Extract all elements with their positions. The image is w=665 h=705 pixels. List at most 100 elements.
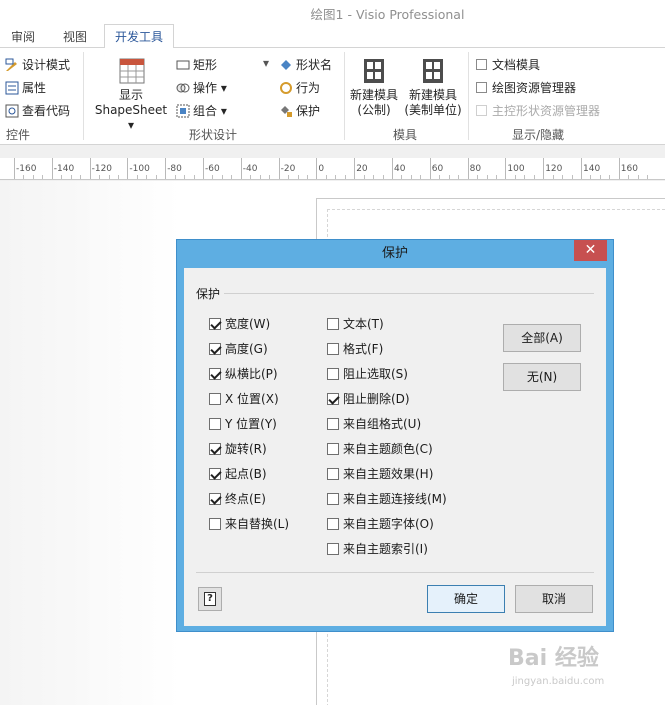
protect-option[interactable]: 旋转(R)	[209, 440, 267, 457]
show-shapesheet-line1: 显示	[118, 88, 143, 102]
ruler-minor-tick	[628, 175, 630, 179]
checkbox[interactable]	[327, 542, 339, 555]
watermark-logo: Bai 经验	[508, 646, 599, 671]
tab-view[interactable]: 视图	[63, 28, 87, 45]
ruler-minor-tick	[117, 175, 119, 179]
document-stencil-checkbox[interactable]: 文档模具	[476, 56, 540, 73]
checkbox[interactable]	[327, 342, 339, 355]
ruler-minor-tick	[155, 175, 157, 179]
checkbox[interactable]	[209, 517, 221, 530]
shape-name-icon	[279, 58, 293, 72]
tab-developer[interactable]: 开发工具	[104, 24, 175, 49]
ruler-major-tick	[278, 158, 280, 179]
protect-option[interactable]: 来自主题索引(I)	[327, 540, 428, 557]
ruler-label: 0	[318, 164, 325, 174]
select-all-button[interactable]: 全部(A)	[503, 324, 581, 352]
protect-option[interactable]: 来自主题颜色(C)	[327, 440, 433, 457]
checkbox[interactable]	[327, 417, 339, 430]
drawing-explorer-checkbox[interactable]: 绘图资源管理器	[476, 79, 576, 96]
checkbox[interactable]	[209, 417, 221, 430]
cancel-button[interactable]: 取消	[515, 585, 593, 613]
checkbox[interactable]	[327, 517, 339, 530]
checkbox[interactable]	[327, 492, 339, 505]
master-explorer-label: 主控形状资源管理器	[492, 104, 601, 118]
view-code-icon	[5, 104, 19, 118]
protect-option[interactable]: 阻止删除(D)	[327, 390, 410, 407]
operations-label: 操作 ▾	[193, 81, 227, 95]
ruler-minor-tick	[325, 175, 327, 179]
close-button[interactable]: ✕	[574, 240, 607, 261]
drawing-explorer-check[interactable]	[476, 82, 487, 93]
protect-option[interactable]: 高度(G)	[209, 340, 268, 357]
protect-option[interactable]: 文本(T)	[327, 315, 384, 332]
protect-option[interactable]: Y 位置(Y)	[209, 415, 277, 432]
checkbox[interactable]	[327, 317, 339, 330]
rectangle-button[interactable]: 矩形	[176, 56, 217, 73]
checkbox[interactable]	[209, 467, 221, 480]
protect-option[interactable]: 来自替换(L)	[209, 515, 289, 532]
ruler-major-tick	[505, 158, 507, 179]
design-mode-button[interactable]: 设计模式	[5, 56, 70, 73]
select-none-button[interactable]: 无(N)	[503, 363, 581, 391]
ruler-minor-tick	[212, 175, 214, 179]
checkbox[interactable]	[209, 317, 221, 330]
shape-name-label: 形状名	[296, 58, 333, 72]
ruler-minor-tick	[363, 175, 365, 179]
group-button[interactable]: 组合 ▾	[176, 102, 227, 119]
checkbox[interactable]	[209, 442, 221, 455]
protect-option[interactable]: 来自主题连接线(M)	[327, 490, 447, 507]
ok-button[interactable]: 确定	[427, 585, 505, 613]
document-stencil-check[interactable]	[476, 59, 487, 70]
behavior-button[interactable]: 行为	[279, 79, 320, 96]
protect-option[interactable]: 宽度(W)	[209, 315, 270, 332]
protect-option[interactable]: 来自组格式(U)	[327, 415, 421, 432]
ruler-minor-tick	[70, 175, 72, 179]
controls-group-label: 控件	[6, 128, 31, 142]
view-code-button[interactable]: 查看代码	[5, 102, 70, 119]
checkbox[interactable]	[209, 392, 221, 405]
protect-option[interactable]: 来自主题字体(O)	[327, 515, 434, 532]
ruler-minor-tick	[80, 175, 82, 179]
checkbox-label: 阻止选取(S)	[343, 367, 408, 381]
protect-option[interactable]: X 位置(X)	[209, 390, 279, 407]
checkbox-label: 来自主题索引(I)	[343, 542, 428, 556]
protect-option[interactable]: 格式(F)	[327, 340, 383, 357]
protect-option[interactable]: 起点(B)	[209, 465, 267, 482]
checkbox-label: 旋转(R)	[225, 442, 267, 456]
properties-icon	[5, 81, 19, 95]
show-shapesheet-button[interactable]: 显示 ShapeSheet ▾	[92, 58, 170, 133]
help-button[interactable]: ?	[198, 587, 222, 611]
protect-option[interactable]: 阻止选取(S)	[327, 365, 408, 382]
rectangle-label: 矩形	[193, 58, 218, 72]
ruler-minor-tick	[344, 175, 346, 179]
design-mode-icon	[5, 58, 19, 72]
ruler-label: 140	[583, 164, 601, 174]
shape-name-dropdown-arrow[interactable]: ▾	[263, 56, 269, 70]
shape-name-button[interactable]: 形状名	[279, 56, 332, 73]
ruler-minor-tick	[647, 175, 649, 179]
protection-button[interactable]: 保护	[279, 102, 320, 119]
protect-option[interactable]: 终点(E)	[209, 490, 266, 507]
operations-button[interactable]: 操作 ▾	[176, 79, 227, 96]
properties-button[interactable]: 属性	[5, 79, 46, 96]
checkbox[interactable]	[327, 442, 339, 455]
protect-option[interactable]: 来自主题效果(H)	[327, 465, 433, 482]
ruler-label: -80	[167, 164, 182, 174]
checkbox[interactable]	[327, 367, 339, 380]
protect-option[interactable]: 纵横比(P)	[209, 365, 278, 382]
checkbox[interactable]	[209, 367, 221, 380]
ruler-minor-tick	[599, 175, 601, 179]
checkbox[interactable]	[209, 492, 221, 505]
new-stencil-us-button[interactable]: 新建模具 (美制单位)	[403, 58, 463, 118]
checkbox[interactable]	[327, 392, 339, 405]
ruler-minor-tick	[382, 175, 384, 179]
checkbox[interactable]	[327, 467, 339, 480]
tab-review[interactable]: 审阅	[11, 28, 35, 45]
ruler-minor-tick	[269, 175, 271, 179]
new-stencil-metric-button[interactable]: 新建模具 (公制)	[348, 58, 400, 118]
view-code-label: 查看代码	[22, 104, 71, 118]
ruler-major-tick	[165, 158, 167, 179]
ruler-major-tick	[392, 158, 393, 179]
ruler-minor-tick	[335, 175, 337, 179]
checkbox[interactable]	[209, 342, 221, 355]
